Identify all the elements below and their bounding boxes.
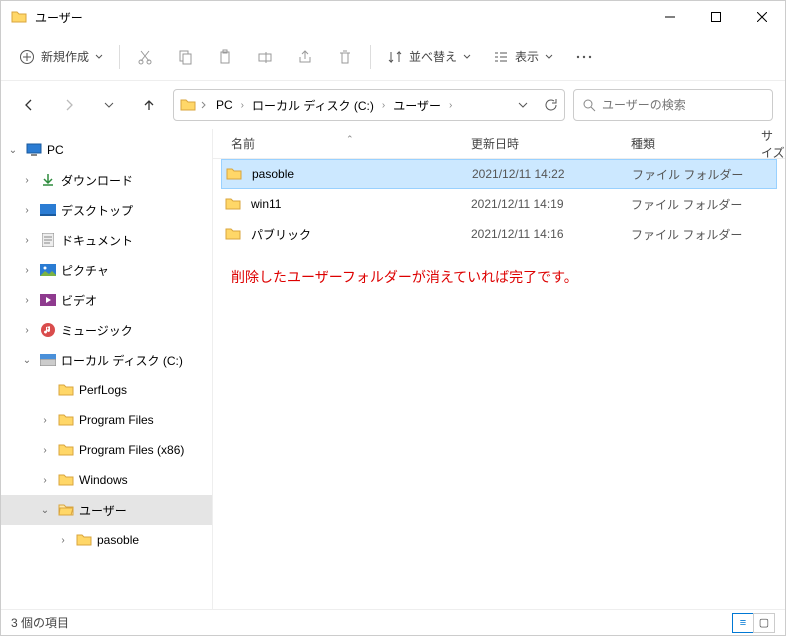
copy-button[interactable] bbox=[166, 39, 204, 75]
toolbar: 新規作成 並べ替え 表示 bbox=[1, 33, 785, 81]
share-button[interactable] bbox=[286, 39, 324, 75]
chevron-down-icon bbox=[463, 53, 471, 61]
col-type[interactable]: 種類 bbox=[631, 137, 655, 151]
tree-pictures[interactable]: ›ピクチャ bbox=[1, 255, 212, 285]
tree-users[interactable]: ⌄ユーザー bbox=[1, 495, 212, 525]
item-count: 3 個の項目 bbox=[11, 614, 69, 631]
new-label: 新規作成 bbox=[41, 48, 89, 65]
crumb-folder[interactable]: ユーザー bbox=[389, 95, 445, 116]
main-pane: 名前 ⌃ 更新日時 種類 サイズ pasoble 2021/12/11 14:22… bbox=[213, 129, 785, 609]
pc-icon bbox=[25, 141, 43, 159]
nav-row: PC › ローカル ディスク (C:) › ユーザー › bbox=[1, 81, 785, 129]
refresh-icon[interactable] bbox=[544, 98, 558, 112]
minimize-button[interactable] bbox=[647, 1, 693, 33]
new-button[interactable]: 新規作成 bbox=[9, 39, 113, 75]
annotation-text: 削除したユーザーフォルダーが消えていれば完了です。 bbox=[231, 267, 777, 287]
delete-button[interactable] bbox=[326, 39, 364, 75]
list-item[interactable]: win11 2021/12/11 14:19 ファイル フォルダー bbox=[221, 189, 777, 219]
folder-icon bbox=[57, 441, 75, 459]
column-header: 名前 ⌃ 更新日時 種類 サイズ bbox=[213, 129, 785, 159]
cut-button[interactable] bbox=[126, 39, 164, 75]
sort-label: 並べ替え bbox=[409, 48, 457, 65]
more-button[interactable] bbox=[565, 39, 603, 75]
window-title: ユーザー bbox=[35, 9, 647, 26]
folder-icon bbox=[75, 531, 93, 549]
col-name[interactable]: 名前 bbox=[231, 137, 255, 151]
forward-button[interactable] bbox=[53, 89, 85, 121]
folder-icon bbox=[226, 167, 246, 181]
titlebar: ユーザー bbox=[1, 1, 785, 33]
folder-icon bbox=[225, 197, 245, 211]
videos-icon bbox=[39, 291, 57, 309]
tree-cdrive[interactable]: ⌄ローカル ディスク (C:) bbox=[1, 345, 212, 375]
crumb-pc[interactable]: PC bbox=[212, 96, 237, 114]
status-bar: 3 個の項目 ≡ ▢ bbox=[1, 609, 785, 635]
maximize-button[interactable] bbox=[693, 1, 739, 33]
crumb-drive[interactable]: ローカル ディスク (C:) bbox=[248, 95, 378, 116]
folder-icon bbox=[11, 9, 27, 25]
chevron-right-icon: › bbox=[449, 100, 452, 111]
folder-icon bbox=[57, 381, 75, 399]
chevron-right-icon bbox=[200, 101, 208, 109]
chevron-down-icon bbox=[545, 53, 553, 61]
view-label: 表示 bbox=[515, 48, 539, 65]
document-icon bbox=[39, 231, 57, 249]
sidebar: ⌄PC ›ダウンロード ›デスクトップ ›ドキュメント ›ピクチャ ›ビデオ ›… bbox=[1, 129, 213, 609]
close-button[interactable] bbox=[739, 1, 785, 33]
icons-view-button[interactable]: ▢ bbox=[753, 613, 775, 633]
col-date[interactable]: 更新日時 bbox=[471, 137, 519, 151]
recent-button[interactable] bbox=[93, 89, 125, 121]
music-icon bbox=[39, 321, 57, 339]
file-list: pasoble 2021/12/11 14:22 ファイル フォルダー win1… bbox=[213, 159, 785, 609]
folder-icon bbox=[57, 471, 75, 489]
search-box[interactable] bbox=[573, 89, 773, 121]
tree-downloads[interactable]: ›ダウンロード bbox=[1, 165, 212, 195]
up-button[interactable] bbox=[133, 89, 165, 121]
chevron-down-icon bbox=[95, 53, 103, 61]
tree-pasoble[interactable]: ›pasoble bbox=[1, 525, 212, 555]
tree-documents[interactable]: ›ドキュメント bbox=[1, 225, 212, 255]
address-bar[interactable]: PC › ローカル ディスク (C:) › ユーザー › bbox=[173, 89, 565, 121]
sort-indicator-icon: ⌃ bbox=[346, 134, 354, 145]
tree-progfiles[interactable]: ›Program Files bbox=[1, 405, 212, 435]
folder-icon bbox=[57, 411, 75, 429]
folder-open-icon bbox=[57, 501, 75, 519]
chevron-right-icon: › bbox=[241, 100, 244, 111]
tree-windows[interactable]: ›Windows bbox=[1, 465, 212, 495]
search-icon bbox=[582, 98, 596, 112]
chevron-right-icon: › bbox=[382, 100, 385, 111]
search-input[interactable] bbox=[602, 98, 764, 112]
rename-button[interactable] bbox=[246, 39, 284, 75]
chevron-down-icon[interactable] bbox=[518, 100, 528, 110]
folder-icon bbox=[180, 97, 196, 113]
pictures-icon bbox=[39, 261, 57, 279]
list-item[interactable]: パブリック 2021/12/11 14:16 ファイル フォルダー bbox=[221, 219, 777, 249]
details-view-button[interactable]: ≡ bbox=[732, 613, 754, 633]
download-icon bbox=[39, 171, 57, 189]
tree-desktop[interactable]: ›デスクトップ bbox=[1, 195, 212, 225]
drive-icon bbox=[39, 351, 57, 369]
sort-button[interactable]: 並べ替え bbox=[377, 39, 481, 75]
list-item[interactable]: pasoble 2021/12/11 14:22 ファイル フォルダー bbox=[221, 159, 777, 189]
desktop-icon bbox=[39, 201, 57, 219]
col-size[interactable]: サイズ bbox=[761, 129, 785, 160]
tree-music[interactable]: ›ミュージック bbox=[1, 315, 212, 345]
folder-icon bbox=[225, 227, 245, 241]
view-button[interactable]: 表示 bbox=[483, 39, 563, 75]
paste-button[interactable] bbox=[206, 39, 244, 75]
tree-progfiles86[interactable]: ›Program Files (x86) bbox=[1, 435, 212, 465]
back-button[interactable] bbox=[13, 89, 45, 121]
tree-perflogs[interactable]: ›PerfLogs bbox=[1, 375, 212, 405]
tree-pc[interactable]: ⌄PC bbox=[1, 135, 212, 165]
tree-videos[interactable]: ›ビデオ bbox=[1, 285, 212, 315]
